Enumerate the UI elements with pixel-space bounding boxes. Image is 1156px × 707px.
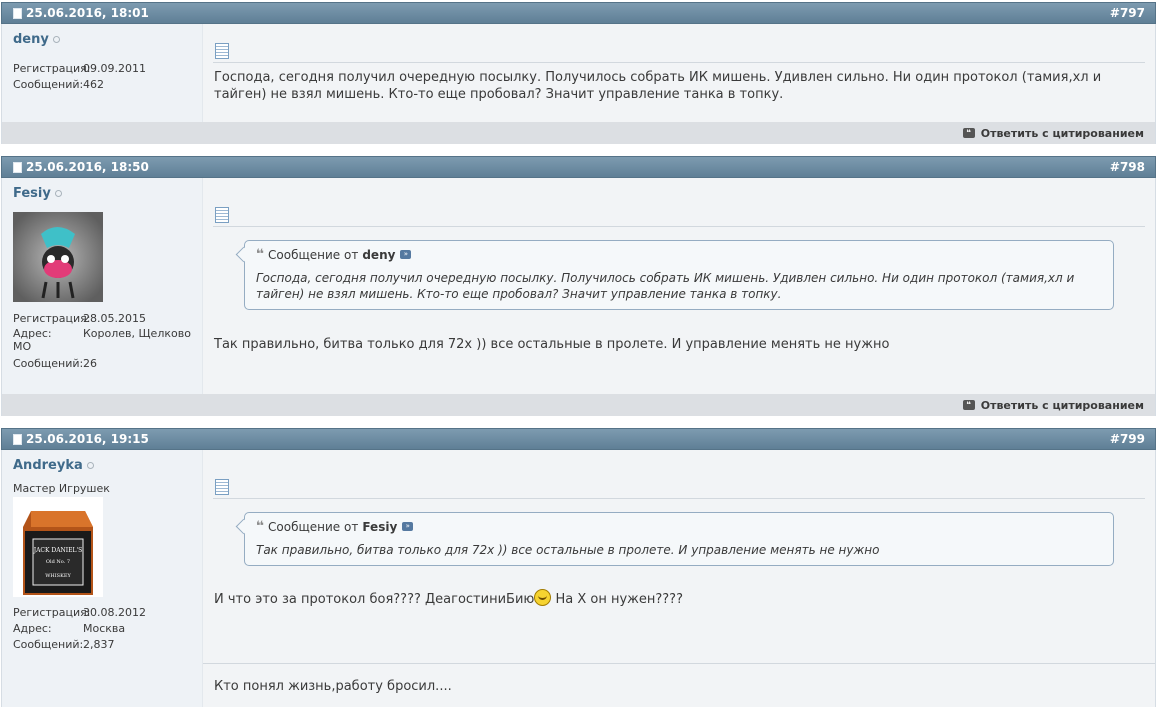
post: 25.06.2016, 19:15 #799 Andreyka Мастер И…	[1, 428, 1156, 707]
post-document-icon	[215, 207, 229, 223]
address-label: Адрес:	[13, 622, 52, 635]
post-document-icon	[215, 479, 229, 495]
username-link[interactable]: Fesiy	[13, 186, 51, 201]
quote-box: ❛❛ Сообщение от Fesiy » Так правильно, б…	[244, 512, 1114, 566]
offline-status-icon	[86, 462, 94, 469]
post-message: Господа, сегодня получил очередную посыл…	[214, 70, 1102, 102]
svg-text:Old No. 7: Old No. 7	[46, 559, 70, 565]
reg-value: 30.08.2012	[83, 606, 146, 619]
post-date: 25.06.2016, 19:15	[26, 432, 149, 446]
post-content: ❛❛ Сообщение от Fesiy » Так правильно, б…	[203, 450, 1155, 707]
reg-label: Регистрация:	[13, 62, 91, 75]
svg-text:JACK DANIEL'S: JACK DANIEL'S	[33, 547, 83, 554]
messages-value: 462	[83, 78, 104, 91]
quote-bubble-icon: ❝	[962, 400, 975, 410]
address-value: Москва	[83, 622, 126, 635]
post-message: Так правильно, битва только для 72х )) в…	[214, 337, 890, 352]
post-header: 25.06.2016, 19:15 #799	[1, 428, 1156, 450]
quote-author: deny	[362, 247, 396, 262]
post-date-icon	[13, 7, 22, 19]
messages-value: 2,837	[83, 638, 115, 651]
post-date-icon	[13, 161, 22, 173]
offline-status-icon	[54, 190, 62, 197]
quote-text: Так правильно, битва только для 72х )) в…	[256, 543, 880, 557]
reply-with-quote-label: Ответить с цитированием	[980, 126, 1144, 140]
view-post-icon[interactable]: »	[402, 522, 414, 531]
messages-label: Сообщений:	[13, 638, 84, 651]
post-date: 25.06.2016, 18:01	[26, 6, 149, 20]
reply-with-quote-button[interactable]: ❝ Ответить с цитированием	[962, 398, 1144, 412]
username-link[interactable]: Andreyka	[13, 458, 83, 473]
message-text-after: На Х он нужен????	[555, 592, 683, 607]
messages-value: 26	[83, 357, 97, 370]
smile-emoji-icon	[534, 589, 552, 606]
post-date: 25.06.2016, 18:50	[26, 160, 149, 174]
post-document-icon	[215, 43, 229, 59]
username-link[interactable]: deny	[13, 32, 49, 47]
reply-with-quote-button[interactable]: ❝ Ответить с цитированием	[962, 126, 1144, 140]
user-info: deny Регистрация: 09.09.2011 Сообщений: 46…	[2, 24, 203, 122]
user-title: Мастер Игрушек	[13, 482, 110, 495]
quote-text: Господа, сегодня получил очередную посыл…	[256, 271, 1075, 301]
user-signature: Кто понял жизнь,работу бросил....	[203, 663, 1155, 707]
quote-bubble-icon: ❝	[962, 128, 975, 138]
svg-text:WHISKEY: WHISKEY	[45, 573, 71, 579]
post-date-icon	[13, 433, 22, 445]
messages-label: Сообщений:	[13, 78, 84, 91]
post-content: Господа, сегодня получил очередную посыл…	[203, 24, 1155, 122]
view-post-icon[interactable]: »	[400, 250, 412, 259]
post-message: И что это за протокол боя???? Деагостини…	[213, 589, 1145, 608]
post-header: 25.06.2016, 18:50 #798	[1, 156, 1156, 178]
user-avatar[interactable]: JACK DANIEL'S Old No. 7 WHISKEY	[13, 497, 103, 597]
post-number-link[interactable]: #799	[1110, 432, 1145, 446]
reply-with-quote-label: Ответить с цитированием	[980, 398, 1144, 412]
user-info: Andreyka Мастер Игрушек JACK DANIEL'S Ol…	[2, 450, 203, 707]
post-header: 25.06.2016, 18:01 #797	[1, 2, 1156, 24]
address-value: Королев, Щелково МО	[13, 327, 191, 353]
quote-prefix: Сообщение от	[268, 247, 359, 262]
offline-status-icon	[52, 36, 60, 43]
user-avatar[interactable]	[13, 212, 103, 302]
quote-box: ❛❛ Сообщение от deny » Господа, сегодня …	[244, 240, 1114, 310]
post: 25.06.2016, 18:01 #797 deny Регистрация:…	[1, 2, 1156, 144]
quote-author: Fesiy	[362, 519, 398, 534]
messages-label: Сообщений:	[13, 357, 84, 370]
message-text-before: И что это за протокол боя???? Деагостини…	[214, 592, 535, 607]
quote-prefix: Сообщение от	[268, 519, 359, 534]
post-number-link[interactable]: #798	[1110, 160, 1145, 174]
post-footer: ❝ Ответить с цитированием	[1, 122, 1156, 144]
user-info: Fesiy Регистрация: 28.05.2015 Адрес: Корол…	[2, 178, 203, 394]
post: 25.06.2016, 18:50 #798 Fesiy Регистрация…	[1, 156, 1156, 416]
reg-value: 09.09.2011	[83, 62, 146, 75]
quote-icon: ❛❛	[256, 247, 264, 262]
reg-label: Регистрация:	[13, 312, 91, 325]
reg-label: Регистрация:	[13, 606, 91, 619]
post-number-link[interactable]: #797	[1110, 6, 1145, 20]
reg-value: 28.05.2015	[83, 312, 146, 325]
post-content: ❛❛ Сообщение от deny » Господа, сегодня …	[203, 178, 1155, 394]
quote-icon: ❛❛	[256, 519, 264, 534]
post-footer: ❝ Ответить с цитированием	[1, 394, 1156, 416]
